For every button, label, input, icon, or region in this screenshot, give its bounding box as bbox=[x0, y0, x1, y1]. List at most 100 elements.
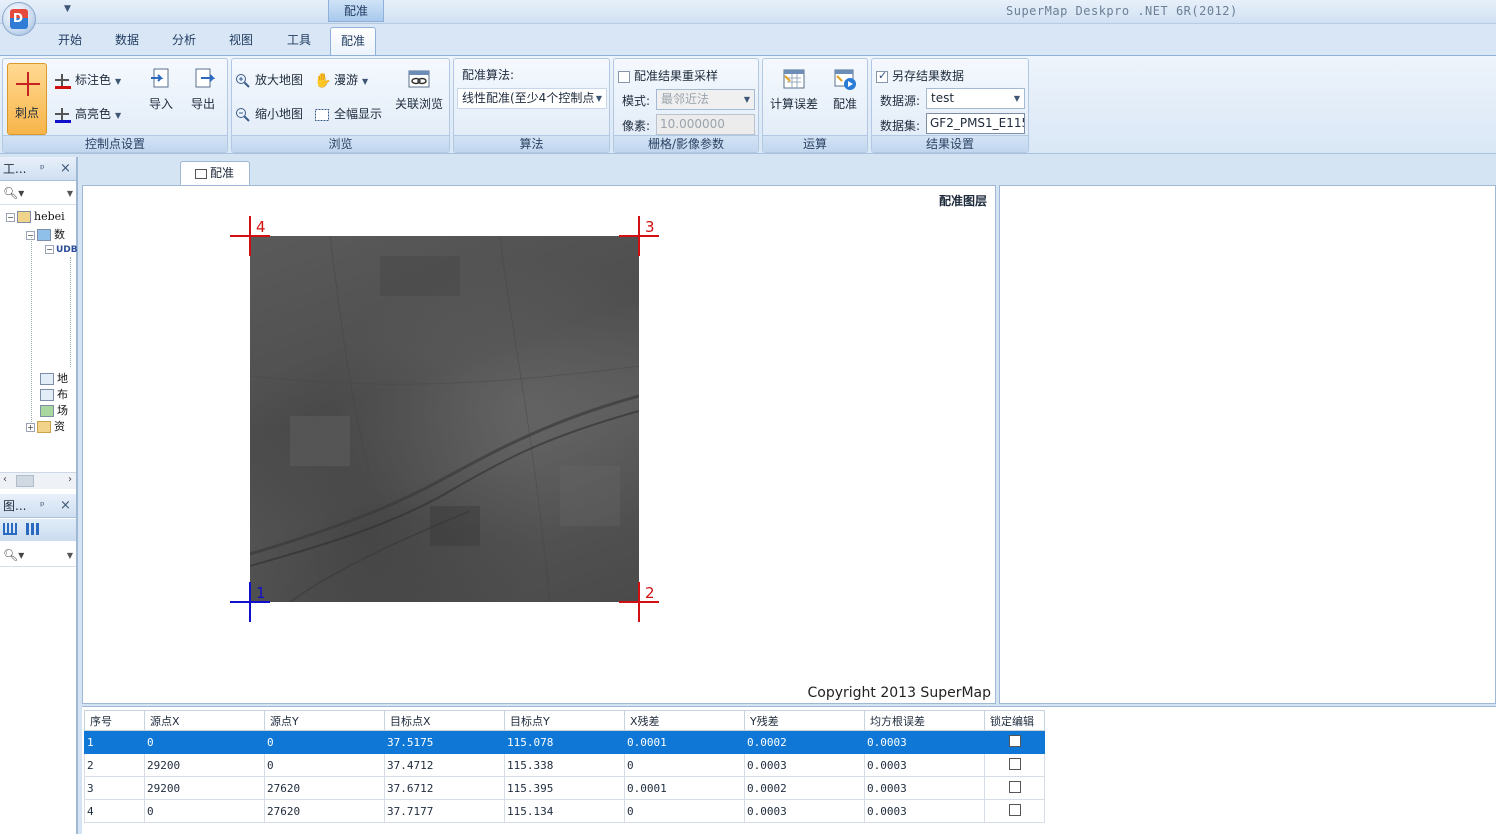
table-cell[interactable]: 37.7177 bbox=[384, 799, 505, 823]
control-point-3[interactable]: 3 bbox=[619, 216, 659, 256]
table-cell[interactable]: 37.5175 bbox=[384, 730, 505, 754]
table-cell[interactable]: 0.0002 bbox=[744, 730, 865, 754]
lock-edit-cell[interactable] bbox=[984, 753, 1045, 777]
table-cell[interactable]: 29200 bbox=[144, 753, 265, 777]
table-cell[interactable]: 27620 bbox=[264, 799, 385, 823]
column-header[interactable]: Y残差 bbox=[744, 710, 865, 731]
table-cell[interactable]: 37.6712 bbox=[384, 776, 505, 800]
collapse-icon[interactable]: − bbox=[45, 244, 54, 254]
dropdown-arrow-icon[interactable]: ▼ bbox=[67, 189, 73, 198]
table-cell[interactable]: 0.0003 bbox=[744, 753, 865, 777]
scroll-thumb[interactable] bbox=[16, 475, 34, 487]
table-cell[interactable]: 0.0003 bbox=[864, 776, 985, 800]
column-header[interactable]: 锁定编辑 bbox=[984, 710, 1045, 731]
lock-edit-checkbox[interactable] bbox=[1008, 757, 1021, 770]
table-cell[interactable]: 37.4712 bbox=[384, 753, 505, 777]
table-cell[interactable]: 115.078 bbox=[504, 730, 625, 754]
quick-access-dropdown-icon[interactable]: ▼ bbox=[64, 4, 71, 14]
app-menu-button[interactable]: D bbox=[2, 2, 36, 36]
tree-item-layouts[interactable]: 布 bbox=[40, 386, 68, 402]
table-cell[interactable]: 115.395 bbox=[504, 776, 625, 800]
table-cell[interactable]: 115.134 bbox=[504, 799, 625, 823]
pin-icon[interactable]: ᵖ bbox=[40, 157, 45, 181]
tab-registration[interactable]: 配准 bbox=[330, 27, 377, 56]
table-cell[interactable]: 0 bbox=[144, 799, 265, 823]
column-header[interactable]: 目标点Y bbox=[504, 710, 625, 731]
tree-item-udb[interactable]: − UDB bbox=[45, 242, 78, 255]
pan-button[interactable]: ✋ 漫游 ▼ bbox=[314, 69, 368, 91]
resample-check-box[interactable] bbox=[618, 70, 630, 83]
table-cell[interactable]: 0 bbox=[624, 753, 745, 777]
tab-data[interactable]: 数据 bbox=[111, 31, 143, 55]
calc-error-button[interactable]: 计算误差 bbox=[766, 67, 822, 112]
column-header[interactable]: 均方根误差 bbox=[864, 710, 985, 731]
lock-edit-cell[interactable] bbox=[984, 799, 1045, 823]
lock-edit-cell[interactable] bbox=[984, 730, 1045, 754]
expand-icon[interactable]: + bbox=[26, 422, 35, 432]
table-row[interactable]: 1 0 0 37.5175 115.078 0.0001 0.0002 0.00… bbox=[84, 730, 1045, 754]
pixel-input[interactable]: 10.000000 bbox=[656, 114, 755, 135]
column-header[interactable]: 源点Y bbox=[264, 710, 385, 731]
layer-style-icon[interactable] bbox=[3, 523, 17, 535]
lock-edit-checkbox[interactable] bbox=[1008, 780, 1021, 793]
tree-item-resources[interactable]: + 资 bbox=[26, 418, 65, 434]
column-header[interactable]: 目标点X bbox=[384, 710, 505, 731]
tab-tools[interactable]: 工具 bbox=[283, 31, 315, 55]
control-point-2[interactable]: 2 bbox=[619, 582, 659, 622]
layer-chart-icon[interactable] bbox=[26, 523, 40, 535]
table-row[interactable]: 3 29200 27620 37.6712 115.395 0.0001 0.0… bbox=[84, 776, 1045, 800]
table-cell[interactable]: 115.338 bbox=[504, 753, 625, 777]
mode-select[interactable]: 最邻近法 ▼ bbox=[656, 89, 755, 110]
table-row[interactable]: 4 0 27620 37.7177 115.134 0 0.0003 0.000… bbox=[84, 799, 1045, 823]
column-header[interactable]: 源点X bbox=[144, 710, 265, 731]
datasource-select[interactable]: test ▼ bbox=[926, 88, 1025, 109]
tab-analysis[interactable]: 分析 bbox=[168, 31, 200, 55]
control-point-4[interactable]: 4 bbox=[230, 216, 270, 256]
dropdown-arrow-icon[interactable]: ▼ bbox=[67, 551, 73, 560]
tree-item-workspace[interactable]: − hebei bbox=[6, 210, 65, 223]
lock-edit-cell[interactable] bbox=[984, 776, 1045, 800]
table-cell[interactable]: 2 bbox=[84, 753, 145, 777]
scroll-left-icon[interactable]: ‹ bbox=[3, 474, 7, 485]
mark-color-button[interactable]: 标注色 ▼ bbox=[55, 69, 121, 91]
reference-map-view[interactable] bbox=[999, 185, 1496, 704]
lock-edit-checkbox[interactable] bbox=[1008, 803, 1021, 816]
scroll-right-icon[interactable]: › bbox=[68, 474, 72, 485]
save-result-checkbox[interactable]: 另存结果数据 bbox=[876, 67, 964, 84]
resample-checkbox[interactable]: 配准结果重采样 bbox=[618, 67, 718, 84]
save-result-check-box[interactable] bbox=[876, 69, 888, 83]
zoom-out-button[interactable]: 缩小地图 bbox=[235, 103, 303, 125]
column-header[interactable]: X残差 bbox=[624, 710, 745, 731]
table-cell[interactable]: 0.0003 bbox=[864, 730, 985, 754]
algorithm-select[interactable]: 线性配准(至少4个控制点 ▼ bbox=[457, 88, 607, 109]
pin-icon[interactable]: ᵖ bbox=[40, 494, 45, 518]
table-cell[interactable]: 0 bbox=[144, 730, 265, 754]
table-cell[interactable]: 3 bbox=[84, 776, 145, 800]
dataset-input[interactable]: GF2_PMS1_E115_ bbox=[926, 113, 1025, 134]
table-row[interactable]: 2 29200 0 37.4712 115.338 0 0.0003 0.000… bbox=[84, 753, 1045, 777]
register-button[interactable]: 配准 bbox=[827, 67, 863, 112]
tab-registration-window[interactable]: 配准 bbox=[180, 161, 250, 185]
pick-point-button[interactable]: 刺点 bbox=[7, 63, 47, 135]
table-cell[interactable]: 0 bbox=[624, 799, 745, 823]
table-cell[interactable]: 0.0003 bbox=[864, 799, 985, 823]
column-header[interactable]: 序号 bbox=[84, 710, 145, 731]
close-icon[interactable]: × bbox=[60, 494, 71, 518]
workspace-horizontal-scrollbar[interactable]: ‹ › bbox=[0, 472, 76, 489]
import-button[interactable]: 导入 bbox=[145, 67, 177, 112]
table-cell[interactable]: 1 bbox=[84, 730, 145, 754]
full-extent-button[interactable]: 全幅显示 bbox=[314, 103, 382, 125]
table-cell[interactable]: 29200 bbox=[144, 776, 265, 800]
highlight-color-button[interactable]: 高亮色 ▼ bbox=[55, 103, 121, 125]
table-cell[interactable]: 0.0002 bbox=[744, 776, 865, 800]
table-cell[interactable]: 4 bbox=[84, 799, 145, 823]
close-icon[interactable]: × bbox=[60, 157, 71, 181]
collapse-icon[interactable]: − bbox=[6, 212, 15, 222]
table-cell[interactable]: 0.0003 bbox=[864, 753, 985, 777]
tree-item-maps[interactable]: 地 bbox=[40, 370, 68, 386]
tab-start[interactable]: 开始 bbox=[54, 31, 86, 55]
table-cell[interactable]: 0 bbox=[264, 730, 385, 754]
table-cell[interactable]: 0.0003 bbox=[744, 799, 865, 823]
table-cell[interactable]: 0.0001 bbox=[624, 730, 745, 754]
tab-view[interactable]: 视图 bbox=[225, 31, 257, 55]
